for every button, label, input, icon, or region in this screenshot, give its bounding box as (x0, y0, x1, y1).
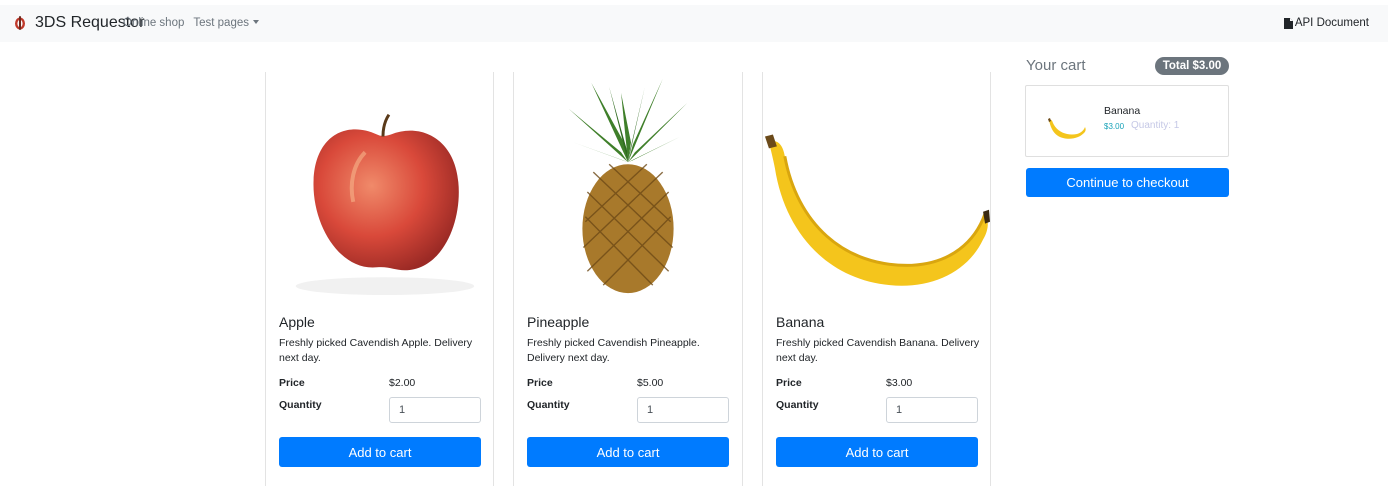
cart-title: Your cart (1026, 57, 1086, 74)
pineapple-image (568, 78, 688, 294)
product-name: Apple (279, 314, 315, 330)
price-value: $3.00 (886, 377, 913, 389)
nav-test-pages-dropdown[interactable]: Test pages (193, 17, 259, 29)
api-document-link[interactable]: API Document (1283, 17, 1369, 29)
quantity-input[interactable] (886, 397, 978, 423)
nav-test-pages-label: Test pages (193, 17, 249, 29)
cart-item-quantity: Quantity: 1 (1131, 120, 1180, 131)
caret-down-icon (253, 20, 259, 24)
banana-image (764, 134, 990, 286)
quantity-input[interactable] (637, 397, 729, 423)
quantity-label: Quantity (279, 399, 322, 411)
product-description: Freshly picked Cavendish Banana. Deliver… (776, 337, 980, 364)
apple-image (295, 113, 475, 296)
add-to-cart-button[interactable]: Add to cart (279, 437, 481, 467)
price-label: Price (776, 377, 802, 389)
cart-item-name: Banana (1104, 105, 1141, 117)
product-name: Banana (776, 314, 825, 330)
price-label: Price (527, 377, 553, 389)
nav-online-shop[interactable]: Online shop (123, 17, 184, 29)
banana-thumbnail (1048, 118, 1086, 139)
product-card-pineapple: Pineapple Freshly picked Cavendish Pinea… (513, 72, 743, 486)
product-card-banana: Banana Freshly picked Cavendish Banana. … (762, 72, 991, 486)
quantity-input[interactable] (389, 397, 481, 423)
brand-logo-icon (15, 16, 25, 30)
cart-item: Banana $3.00 Quantity: 1 (1025, 85, 1229, 157)
cart-total-badge: Total $3.00 (1155, 57, 1229, 75)
nav-links: Online shop Test pages (123, 17, 268, 29)
api-document-label: API Document (1294, 17, 1369, 29)
price-label: Price (279, 377, 305, 389)
top-navbar: 3DS Requestor Online shop Test pages API… (0, 5, 1388, 42)
add-to-cart-button[interactable]: Add to cart (527, 437, 729, 467)
quantity-label: Quantity (776, 399, 819, 411)
add-to-cart-button[interactable]: Add to cart (776, 437, 978, 467)
price-value: $5.00 (637, 377, 664, 389)
cart-item-price: $3.00 (1104, 122, 1125, 131)
product-name: Pineapple (527, 314, 590, 330)
quantity-label: Quantity (527, 399, 570, 411)
product-description: Freshly picked Cavendish Pineapple. Deli… (527, 337, 700, 364)
price-value: $2.00 (389, 377, 416, 389)
document-icon (1283, 17, 1293, 29)
product-card-apple: Apple Freshly picked Cavendish Apple. De… (265, 72, 494, 486)
continue-to-checkout-button[interactable]: Continue to checkout (1026, 168, 1229, 197)
product-description: Freshly picked Cavendish Apple. Delivery… (279, 337, 473, 364)
